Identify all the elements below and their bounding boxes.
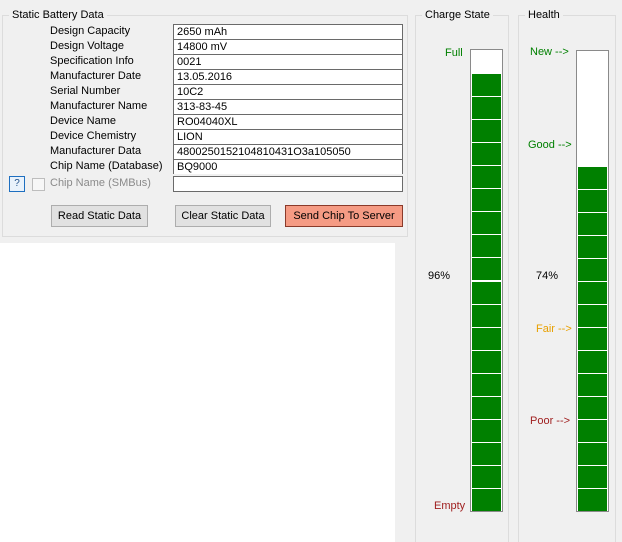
field-label: Serial Number: [50, 85, 121, 97]
health-bar-segment: [578, 259, 607, 281]
field-label: Design Voltage: [50, 40, 124, 52]
charge-bar-segment: [472, 212, 501, 235]
health-bar-segment: [578, 236, 607, 258]
field-label: Manufacturer Date: [50, 70, 142, 82]
charge-bar-segment: [472, 304, 501, 327]
device-name-value[interactable]: RO04040XL: [173, 114, 403, 129]
charge-bar-segment: [472, 373, 501, 396]
static-battery-data-group: Static Battery Data Design Capacity 2650…: [2, 8, 408, 237]
charge-bar-segment: [472, 143, 501, 166]
health-new-marker: New -->: [530, 46, 569, 58]
field-label: Manufacturer Name: [50, 100, 148, 112]
field-label: Chip Name (SMBus): [50, 177, 151, 189]
static-battery-data-title: Static Battery Data: [9, 8, 107, 22]
output-panel[interactable]: [0, 243, 395, 542]
manufacturer-name-value[interactable]: 313-83-45: [173, 99, 403, 114]
charge-bar-segment: [472, 442, 501, 465]
health-bar-segment: [578, 167, 607, 189]
charge-bar-segment: [472, 327, 501, 350]
charge-bar-segment: [472, 350, 501, 373]
field-label: Device Chemistry: [50, 130, 137, 142]
charge-full-label: Full: [445, 47, 463, 59]
charge-bar-segment: [472, 419, 501, 442]
health-bar-segment: [578, 282, 607, 304]
charge-bar-segment: [472, 97, 501, 120]
health-bar-segment: [578, 328, 607, 350]
help-button[interactable]: ?: [9, 176, 25, 192]
chip-name-database-value[interactable]: BQ9000: [173, 159, 403, 174]
health-level-bar: [576, 50, 609, 512]
health-bar-segment: [578, 397, 607, 419]
charge-bar-segment: [472, 258, 501, 281]
health-bar-segment: [578, 351, 607, 373]
field-label: Manufacturer Data: [50, 145, 142, 157]
charge-bar-segment: [472, 235, 501, 258]
health-bar-segment: [578, 489, 607, 511]
design-voltage-value[interactable]: 14800 mV: [173, 39, 403, 54]
charge-empty-label: Empty: [434, 500, 466, 512]
charge-percent-text: 96%: [428, 270, 451, 282]
field-label: Specification Info: [50, 55, 134, 67]
health-bar-segment: [578, 213, 607, 235]
charge-state-group: Charge State Full Empty 96%: [415, 8, 509, 542]
charge-bar-segment: [472, 189, 501, 212]
health-group: Health New --> Good --> Fair --> Poor --…: [518, 8, 616, 542]
panel-divider: [395, 243, 407, 542]
health-poor-marker: Poor -->: [530, 415, 571, 427]
health-bar-segment: [578, 466, 607, 488]
serial-number-value[interactable]: 10C2: [173, 84, 403, 99]
health-bar-segment: [578, 190, 607, 212]
charge-bar-segment: [472, 488, 501, 511]
health-fair-marker: Fair -->: [536, 323, 572, 335]
health-bar-segment: [578, 443, 607, 465]
specification-info-value[interactable]: 0021: [173, 54, 403, 69]
manufacturer-date-value[interactable]: 13.05.2016: [173, 69, 403, 84]
charge-bar-segment: [472, 465, 501, 488]
charge-bar-segment: [472, 166, 501, 189]
read-static-data-button[interactable]: Read Static Data: [51, 205, 148, 227]
health-title: Health: [525, 8, 563, 22]
manufacturer-data-value[interactable]: 4800250152104810431O3a105050: [173, 144, 403, 159]
battery-window: Static Battery Data Design Capacity 2650…: [0, 0, 622, 542]
charge-state-title: Charge State: [422, 8, 493, 22]
field-label: Design Capacity: [50, 25, 131, 37]
clear-static-data-button[interactable]: Clear Static Data: [175, 205, 271, 227]
charge-bar-segment: [472, 74, 501, 97]
health-good-marker: Good -->: [528, 139, 572, 151]
design-capacity-value[interactable]: 2650 mAh: [173, 24, 403, 39]
charge-bar-segment: [472, 396, 501, 419]
charge-bar-segment: [472, 281, 501, 304]
device-chemistry-value[interactable]: LION: [173, 129, 403, 144]
field-label: Device Name: [50, 115, 117, 127]
chip-name-smbus-value[interactable]: [173, 176, 403, 192]
send-chip-to-server-button[interactable]: Send Chip To Server: [285, 205, 403, 227]
field-label: Chip Name (Database): [50, 160, 163, 172]
charge-level-bar: [470, 49, 503, 512]
health-bar-segment: [578, 374, 607, 396]
charge-bar-segment: [472, 120, 501, 143]
health-bar-segment: [578, 420, 607, 442]
chip-name-smbus-checkbox[interactable]: [32, 178, 45, 191]
health-bar-segment: [578, 305, 607, 327]
health-percent-text: 74%: [536, 270, 559, 282]
